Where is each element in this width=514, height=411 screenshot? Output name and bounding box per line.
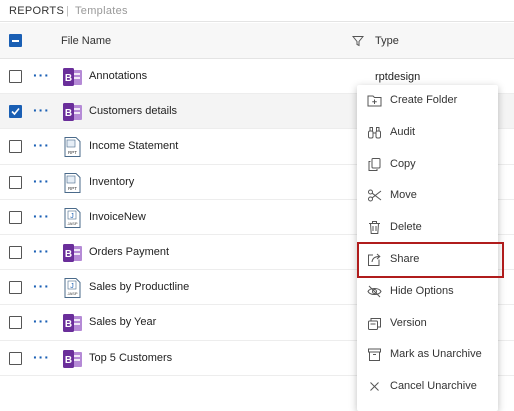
file-name[interactable]: Customers details <box>89 105 177 117</box>
file-type: rptdesign <box>375 71 421 83</box>
row-actions-button[interactable]: ··· <box>33 138 50 152</box>
menu-item-share[interactable]: Share <box>357 242 504 278</box>
menu-item-label: Create Folder <box>390 94 458 106</box>
file-name[interactable]: Orders Payment <box>89 246 169 258</box>
folder-plus-icon <box>367 93 382 108</box>
filter-icon[interactable] <box>352 35 364 47</box>
row-checkbox[interactable] <box>9 70 22 83</box>
svg-text:JASP: JASP <box>67 291 77 296</box>
trash-icon <box>367 220 382 235</box>
row-checkbox[interactable] <box>9 105 22 119</box>
file-name[interactable]: InvoiceNew <box>89 211 146 223</box>
row-checkbox[interactable] <box>9 281 22 295</box>
row-checkbox[interactable] <box>9 210 22 224</box>
row-actions-button[interactable]: ··· <box>33 244 50 258</box>
svg-text:RPT: RPT <box>68 150 77 155</box>
menu-item-label: Copy <box>390 157 416 170</box>
breadcrumb-templates[interactable]: Templates <box>75 5 128 17</box>
report-designer-icon: B <box>62 102 84 122</box>
jasper-file-icon: J JASP <box>62 207 84 228</box>
menu-item-copy[interactable]: Copy <box>357 149 498 181</box>
row-actions-button[interactable]: ··· <box>33 350 50 364</box>
context-menu: Create Folder Audit Copy Move Delete Share Hid… <box>357 85 504 411</box>
svg-text:B: B <box>65 355 72 366</box>
menu-item-version[interactable]: Version <box>357 308 498 340</box>
breadcrumb-reports[interactable]: REPORTS <box>9 5 64 17</box>
row-actions-button[interactable]: ··· <box>33 174 50 188</box>
eye-slash-icon <box>367 284 382 299</box>
file-name[interactable]: Inventory <box>89 176 134 188</box>
menu-item-cancel-unarchive[interactable]: Cancel Unarchive <box>357 371 498 403</box>
archive-icon <box>367 347 382 362</box>
svg-text:B: B <box>65 319 72 330</box>
menu-item-move[interactable]: Move <box>357 180 498 212</box>
row-actions-button[interactable]: ··· <box>33 279 50 293</box>
row-checkbox[interactable] <box>9 316 22 330</box>
copy-icon <box>367 157 382 172</box>
row-checkbox[interactable] <box>9 140 22 154</box>
menu-item-label: Move <box>390 189 417 202</box>
row-actions-button[interactable]: ··· <box>33 68 50 82</box>
version-icon <box>367 316 382 331</box>
jasper-file-icon: J JASP <box>62 278 84 299</box>
menu-item-label: Cancel Unarchive <box>390 380 477 393</box>
row-checkbox[interactable] <box>9 351 22 365</box>
row-checkbox[interactable] <box>9 175 22 189</box>
scissors-icon <box>367 188 382 203</box>
svg-text:JASP: JASP <box>67 221 77 226</box>
menu-item-mark-as-unarchive[interactable]: Mark as Unarchive <box>357 339 498 371</box>
file-name[interactable]: Sales by Productline <box>89 281 189 293</box>
report-designer-icon: B <box>62 313 84 333</box>
report-designer-icon: B <box>62 243 84 263</box>
file-name[interactable]: Sales by Year <box>89 316 156 328</box>
svg-text:B: B <box>65 73 72 84</box>
file-name[interactable]: Income Statement <box>89 140 178 152</box>
svg-text:B: B <box>65 108 72 119</box>
menu-item-label: Mark as Unarchive <box>390 348 482 361</box>
row-actions-button[interactable]: ··· <box>33 209 50 223</box>
menu-item-audit[interactable]: Audit <box>357 117 498 149</box>
menu-item-create-folder[interactable]: Create Folder <box>357 85 498 117</box>
file-name[interactable]: Top 5 Customers <box>89 352 172 364</box>
svg-text:J: J <box>70 213 74 220</box>
menu-item-label: Version <box>390 316 427 329</box>
report-designer-icon: B <box>62 349 84 369</box>
menu-item-delete[interactable]: Delete <box>357 212 498 244</box>
svg-text:RPT: RPT <box>68 186 77 191</box>
menu-item-label: Share <box>390 253 420 265</box>
share-icon <box>367 252 382 267</box>
menu-item-hide-options[interactable]: Hide Options <box>357 276 498 308</box>
file-name[interactable]: Annotations <box>89 70 147 82</box>
table-header: File Name Type <box>0 23 514 59</box>
svg-text:B: B <box>65 249 72 260</box>
breadcrumb-separator: | <box>66 5 70 17</box>
column-header-file-name[interactable]: File Name <box>61 35 111 47</box>
breadcrumb: REPORTS | Templates <box>0 0 514 22</box>
row-actions-button[interactable]: ··· <box>33 314 50 328</box>
select-all-checkbox[interactable] <box>9 34 22 47</box>
binoculars-icon <box>367 125 382 140</box>
row-checkbox[interactable] <box>9 245 22 259</box>
rpt-file-icon: RPT <box>62 137 84 158</box>
column-header-type[interactable]: Type <box>375 35 399 47</box>
menu-item-label: Hide Options <box>390 284 454 297</box>
close-icon <box>367 379 382 394</box>
row-actions-button[interactable]: ··· <box>33 103 50 117</box>
svg-text:J: J <box>70 283 74 290</box>
rpt-file-icon: RPT <box>62 172 84 193</box>
report-designer-icon: B <box>62 67 84 87</box>
menu-item-label: Delete <box>390 221 422 234</box>
menu-item-label: Audit <box>390 125 416 138</box>
